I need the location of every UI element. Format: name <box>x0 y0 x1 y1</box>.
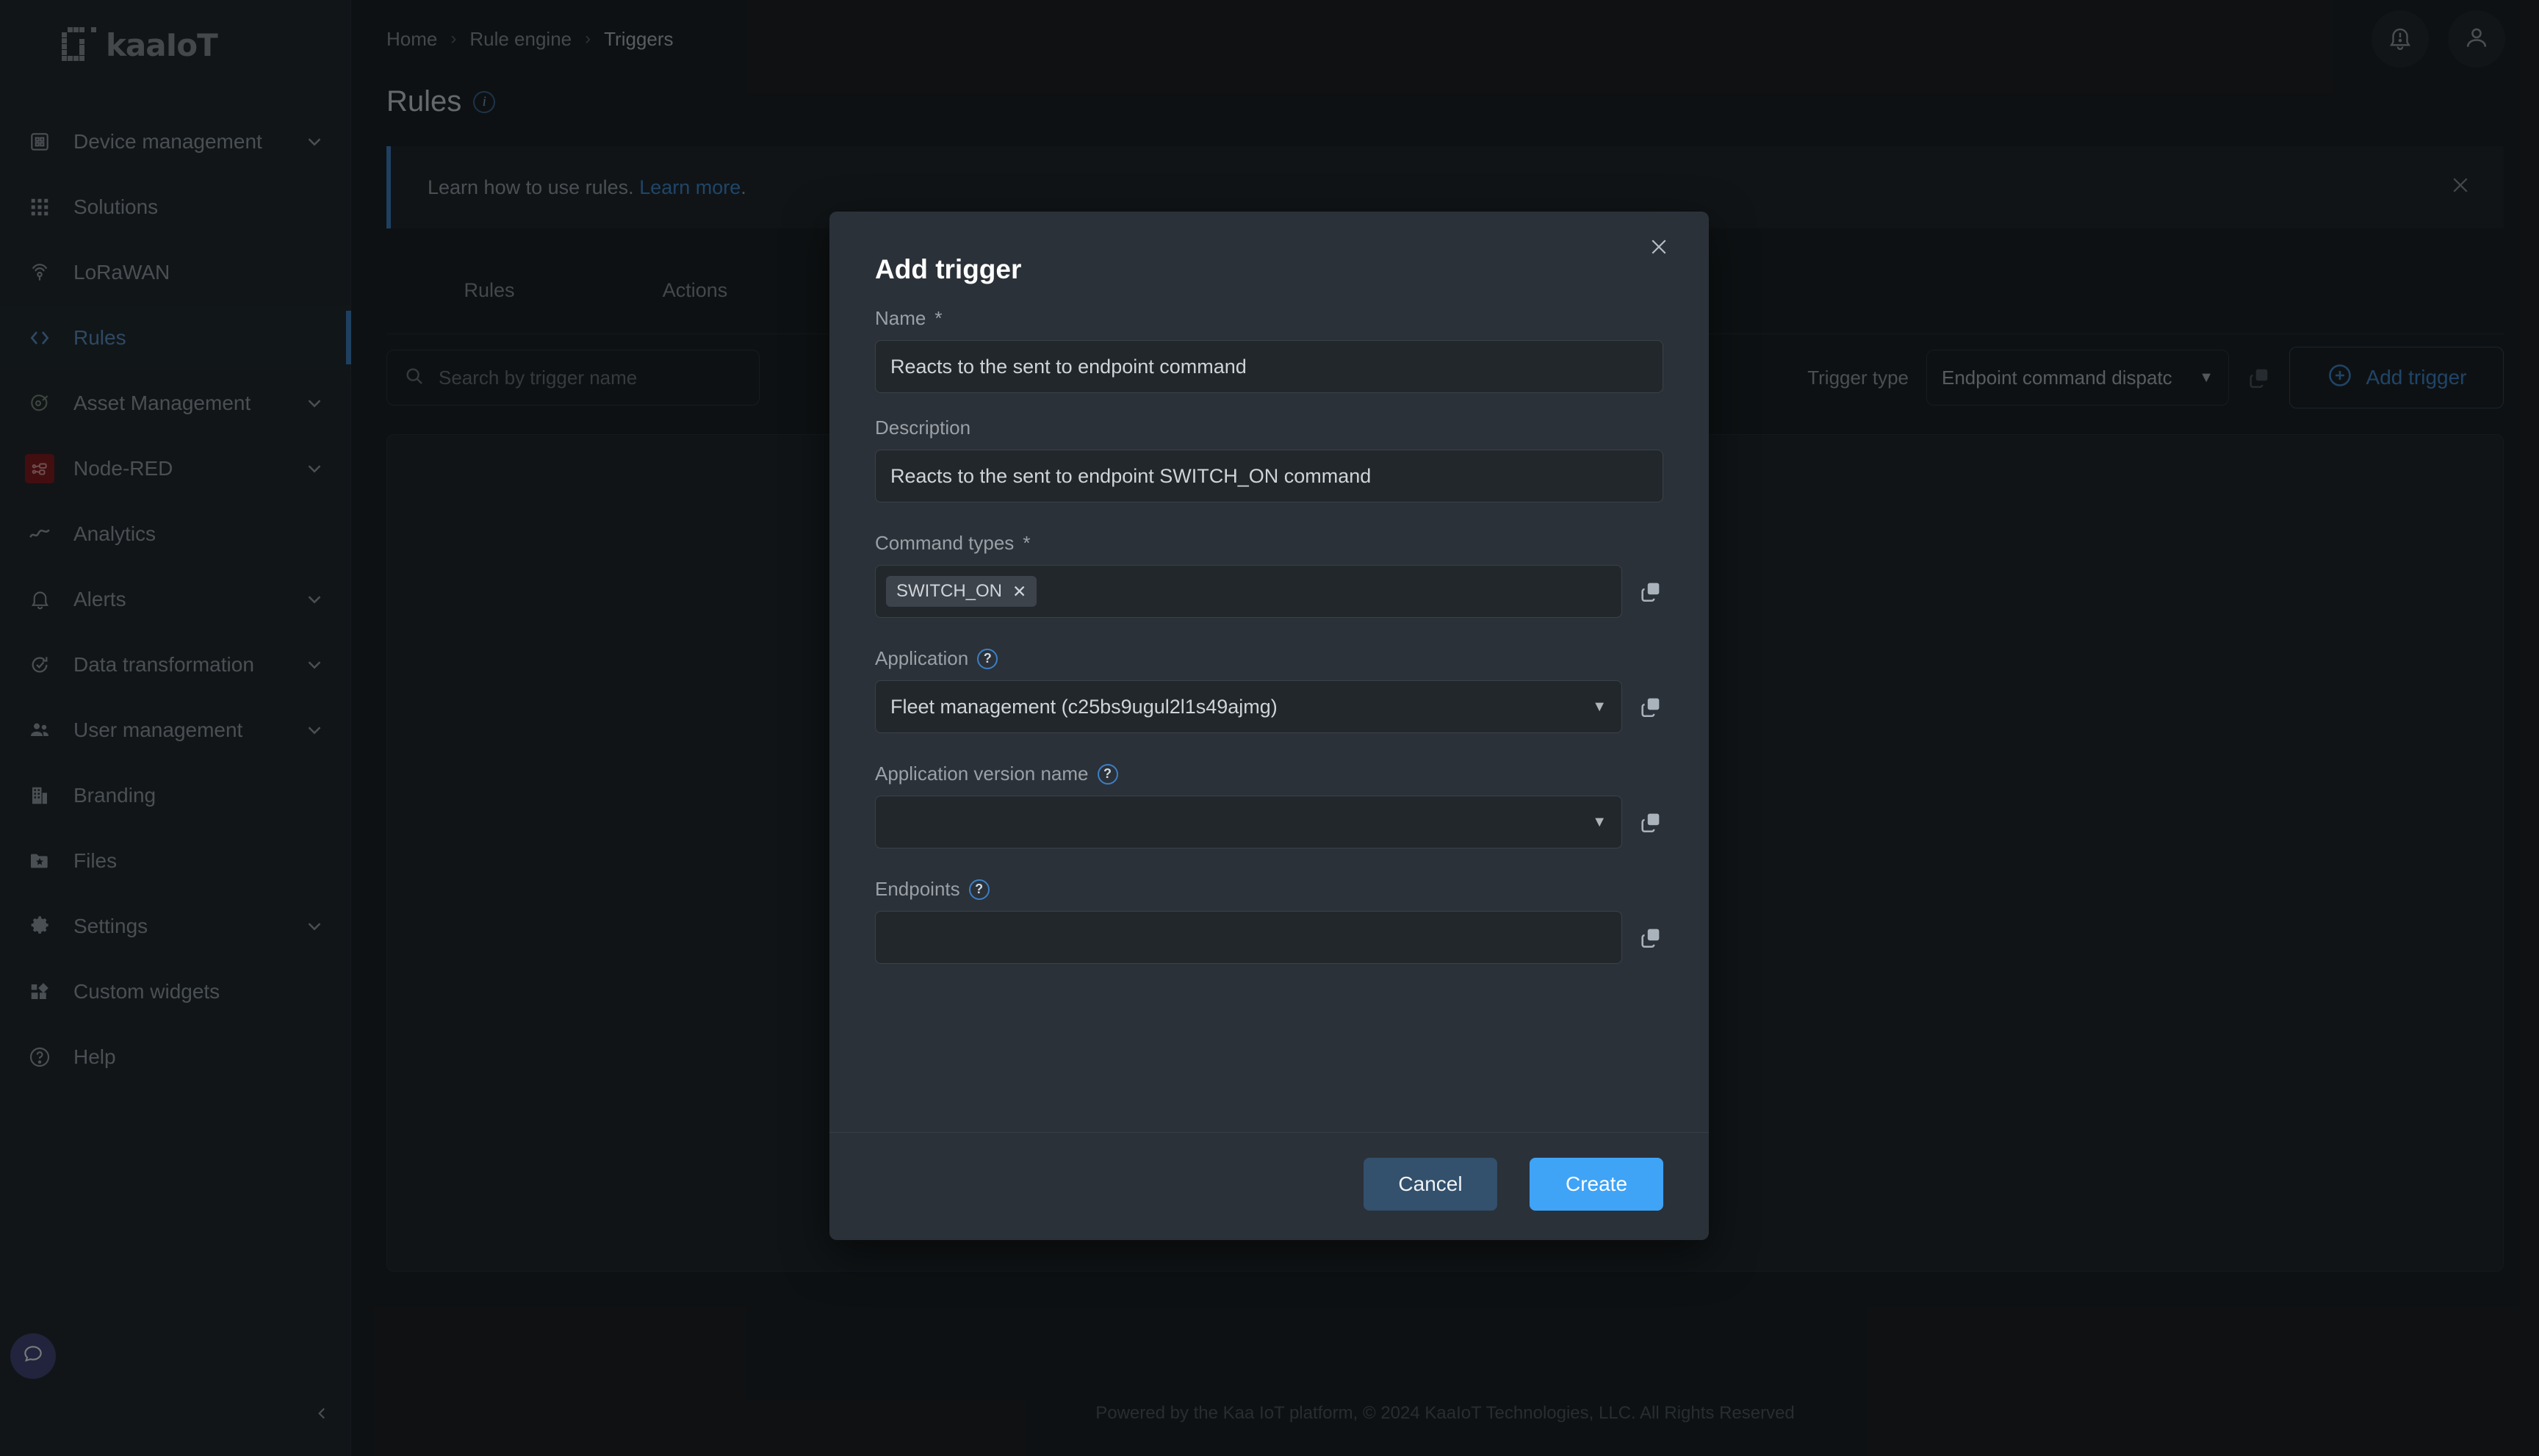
field-description: Description <box>875 417 1663 502</box>
modal-body: Name * Description Command types * <box>829 285 1709 1132</box>
name-input[interactable] <box>875 340 1663 393</box>
chip-label: SWITCH_ON <box>896 581 1002 601</box>
copy-icon[interactable] <box>1638 810 1663 835</box>
add-trigger-modal: Add trigger Name * Description <box>829 212 1709 1240</box>
field-name: Name * <box>875 307 1663 393</box>
application-select[interactable]: Fleet management (c25bs9ugul2l1s49ajmg) … <box>875 680 1622 733</box>
create-button[interactable]: Create <box>1530 1158 1663 1211</box>
required-marker: * <box>1023 532 1031 554</box>
close-icon[interactable]: ✕ <box>1012 582 1026 602</box>
command-type-chip: SWITCH_ON ✕ <box>886 576 1037 607</box>
required-marker: * <box>934 307 943 329</box>
command-types-input[interactable]: SWITCH_ON ✕ <box>875 565 1622 618</box>
endpoints-input[interactable] <box>875 911 1622 964</box>
help-icon[interactable]: ? <box>968 879 990 900</box>
field-label-text: Command types <box>875 532 1015 554</box>
help-icon[interactable]: ? <box>977 648 998 669</box>
field-command-types-label: Command types * <box>875 532 1663 555</box>
field-application-version-label: Application version name ? <box>875 763 1663 785</box>
field-application-label: Application ? <box>875 647 1663 670</box>
field-label-text: Endpoints <box>875 878 960 900</box>
application-value: Fleet management (c25bs9ugul2l1s49ajmg) <box>890 695 1278 718</box>
copy-icon[interactable] <box>1638 694 1663 719</box>
copy-icon[interactable] <box>1638 579 1663 604</box>
modal-close-button[interactable] <box>1640 228 1678 266</box>
field-application-version: Application version name ? ▼ <box>875 763 1663 848</box>
field-label-text: Description <box>875 417 971 439</box>
chevron-down-icon: ▼ <box>1592 813 1607 830</box>
field-label-text: Name <box>875 307 926 329</box>
cancel-button[interactable]: Cancel <box>1364 1158 1497 1211</box>
field-name-label: Name * <box>875 307 1663 330</box>
modal-footer: Cancel Create <box>829 1132 1709 1240</box>
application-version-select[interactable]: ▼ <box>875 796 1622 848</box>
field-label-text: Application version name <box>875 763 1089 785</box>
description-input[interactable] <box>875 450 1663 502</box>
field-application: Application ? Fleet management (c25bs9ug… <box>875 647 1663 733</box>
modal-header: Add trigger <box>829 212 1709 285</box>
chevron-down-icon: ▼ <box>1592 698 1607 715</box>
app-root: kaaIoT Device management Solutions <box>0 0 2539 1456</box>
help-icon[interactable]: ? <box>1097 763 1118 785</box>
modal-title: Add trigger <box>875 254 1022 284</box>
field-endpoints: Endpoints ? <box>875 878 1663 964</box>
copy-icon[interactable] <box>1638 925 1663 950</box>
field-label-text: Application <box>875 647 969 669</box>
field-endpoints-label: Endpoints ? <box>875 878 1663 901</box>
field-command-types: Command types * SWITCH_ON ✕ <box>875 532 1663 618</box>
field-description-label: Description <box>875 417 1663 439</box>
